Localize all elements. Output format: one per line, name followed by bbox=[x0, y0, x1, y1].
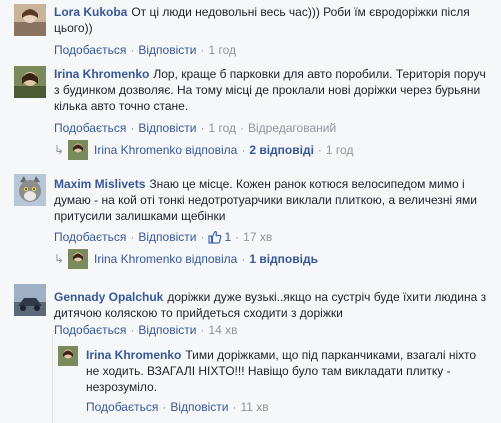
comment-time[interactable]: 14 хв bbox=[208, 323, 237, 337]
avatar[interactable] bbox=[14, 174, 46, 206]
reply-time[interactable]: 11 хв bbox=[240, 400, 268, 414]
comment-author[interactable]: Maxim Mislivets bbox=[54, 177, 145, 191]
replies-count: 2 відповіді bbox=[249, 143, 314, 157]
reply-avatar bbox=[68, 140, 88, 160]
replies-verb: відповіла bbox=[185, 252, 238, 266]
avatar[interactable] bbox=[14, 66, 46, 98]
replies-summary[interactable]: ↳ Irina Khromenko відповіла · 2 відповіді · 1… bbox=[54, 140, 353, 160]
comment-time[interactable]: 17 хв bbox=[243, 230, 272, 244]
reply-actions: Подобається · Відповісти · 11 хв bbox=[86, 400, 269, 414]
comment-author[interactable]: Irina Khromenko bbox=[54, 67, 149, 81]
avatar[interactable] bbox=[14, 284, 46, 316]
comment-author[interactable]: Gennady Opalchuk bbox=[54, 290, 163, 304]
comment-actions: Подобається · Відповісти · 1 год · Відредагова… bbox=[54, 121, 337, 135]
reply-avatar bbox=[68, 249, 88, 269]
replies-summary[interactable]: ↳ Irina Khromenko відповіла · 1 відповідь bbox=[54, 249, 318, 269]
reply-link[interactable]: Відповісти bbox=[138, 121, 196, 135]
replies-author: Irina Khromenko bbox=[94, 143, 183, 157]
like-link[interactable]: Подобається bbox=[54, 121, 126, 135]
reply-arrow-icon: ↳ bbox=[54, 143, 65, 157]
reply-arrow-icon: ↳ bbox=[54, 252, 65, 266]
comment-actions: Подобається · Відповісти · 1 · 17 хв bbox=[54, 229, 272, 245]
reply-author[interactable]: Irina Khromenko bbox=[86, 348, 181, 362]
likes-count[interactable]: 1 bbox=[224, 230, 231, 244]
replies-count: 1 відповідь bbox=[249, 252, 318, 266]
comment-actions: Подобається · Відповісти · 14 хв bbox=[54, 323, 238, 337]
replies-verb: відповіла bbox=[185, 143, 238, 157]
comment-time[interactable]: 1 год bbox=[208, 43, 236, 57]
thumbs-up-icon[interactable] bbox=[208, 230, 222, 248]
reply-avatar[interactable] bbox=[58, 346, 78, 366]
reply-link[interactable]: Відповісти bbox=[138, 230, 196, 244]
like-link[interactable]: Подобається bbox=[54, 230, 126, 244]
comment-time[interactable]: 1 год bbox=[208, 121, 236, 135]
like-link[interactable]: Подобається bbox=[86, 400, 158, 414]
reply-link[interactable]: Відповісти bbox=[138, 323, 196, 337]
reply-link[interactable]: Відповісти bbox=[170, 400, 228, 414]
like-link[interactable]: Подобається bbox=[54, 43, 126, 57]
comment-actions: Подобається · Відповісти · 1 год bbox=[54, 43, 236, 57]
replies-author: Irina Khromenko bbox=[94, 252, 183, 266]
reply-link[interactable]: Відповісти bbox=[138, 43, 196, 57]
avatar[interactable] bbox=[14, 4, 46, 36]
like-link[interactable]: Подобається bbox=[54, 323, 126, 337]
edited-label[interactable]: Відредагований bbox=[248, 121, 336, 135]
thread-line bbox=[52, 334, 53, 423]
comment-author[interactable]: Lora Kukoba bbox=[54, 5, 127, 19]
replies-time: 1 год bbox=[325, 143, 354, 157]
